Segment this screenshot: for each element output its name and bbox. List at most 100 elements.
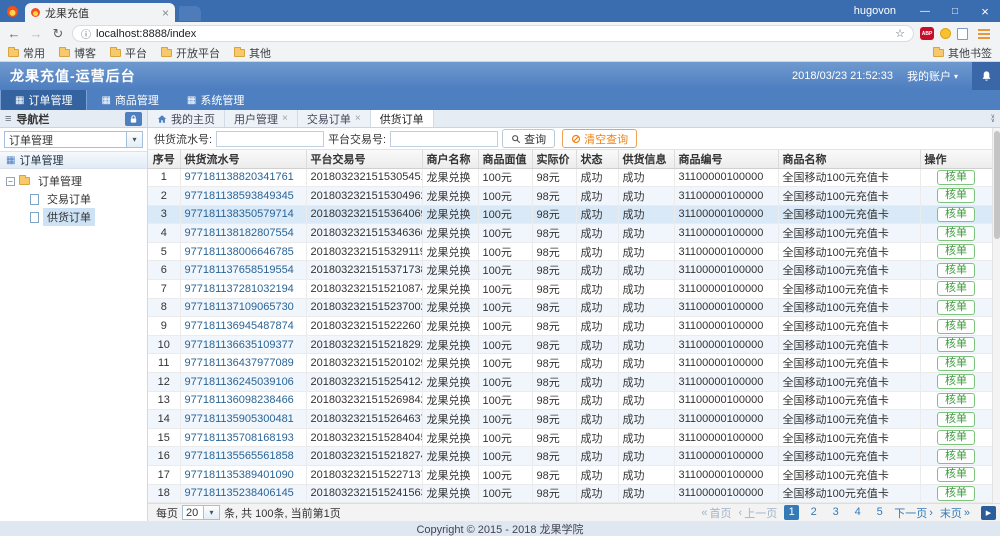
table-row[interactable]: 5 977181138006646785 2018032321515329119… <box>148 242 993 262</box>
supply-flow-link[interactable]: 977181136437977089 <box>185 357 294 369</box>
table-row[interactable]: 13 977181136098238466 201803232151526984… <box>148 391 993 411</box>
table-row[interactable]: 12 977181136245039106 201803232151525412… <box>148 372 993 392</box>
tab-supply-orders[interactable]: 供货订单 <box>370 110 434 127</box>
page-number[interactable]: 3 <box>828 505 843 520</box>
table-row[interactable]: 18 977181135238406145 201803232151524156… <box>148 484 993 503</box>
supply-flow-link[interactable]: 977181138593849345 <box>185 190 294 202</box>
table-row[interactable]: 16 977181135565561858 201803232151521827… <box>148 446 993 466</box>
verify-order-button[interactable]: 核单 <box>937 206 975 222</box>
address-bar[interactable]: ⓘ localhost:8888/index ☆ <box>72 25 914 42</box>
verify-order-button[interactable]: 核单 <box>937 281 975 297</box>
tree-node-order-management[interactable]: − 订单管理 <box>0 172 147 190</box>
bookmark-star-icon[interactable]: ☆ <box>895 27 905 40</box>
table-row[interactable]: 8 977181137109065730 2018032321515237002… <box>148 298 993 318</box>
query-button[interactable]: 查询 <box>502 129 556 148</box>
bookmark-folder[interactable]: 其他 <box>234 45 271 61</box>
bookmark-folder[interactable]: 平台 <box>110 45 147 61</box>
verify-order-button[interactable]: 核单 <box>937 467 975 483</box>
extension-icon[interactable] <box>957 27 968 40</box>
table-row[interactable]: 1 977181138820341761 2018032321515305451… <box>148 168 993 188</box>
verify-order-button[interactable]: 核单 <box>937 318 975 334</box>
module-select[interactable]: 订单管理 ▾ <box>4 131 143 148</box>
scrollbar-thumb[interactable] <box>994 131 1000 239</box>
page-number[interactable]: 4 <box>850 505 865 520</box>
reload-icon[interactable]: ↻ <box>50 26 66 42</box>
verify-order-button[interactable]: 核单 <box>937 244 975 260</box>
table-row[interactable]: 2 977181138593849345 2018032321515304962… <box>148 186 993 206</box>
table-row[interactable]: 14 977181135905300481 201803232151526463… <box>148 409 993 429</box>
first-page-button[interactable]: «首页 <box>701 505 731 521</box>
verify-order-button[interactable]: 核单 <box>937 392 975 408</box>
table-row[interactable]: 11 977181136437977089 201803232151520102… <box>148 353 993 374</box>
tab-user-management[interactable]: 用户管理 × <box>225 110 298 127</box>
table-row[interactable]: 6 977181137658519554 2018032321515371738… <box>148 260 993 281</box>
tab-trade-orders[interactable]: 交易订单 × <box>297 110 371 127</box>
verify-order-button[interactable]: 核单 <box>937 337 975 353</box>
vertical-scrollbar[interactable] <box>992 128 1000 503</box>
supply-flow-link[interactable]: 977181135565561858 <box>185 450 294 462</box>
tree-node-trade-orders[interactable]: 交易订单 <box>0 190 147 208</box>
supply-flow-link[interactable]: 977181137658519554 <box>185 264 294 276</box>
verify-order-button[interactable]: 核单 <box>937 485 975 501</box>
browser-menu-icon[interactable] <box>978 28 990 31</box>
page-number[interactable]: 2 <box>806 505 821 520</box>
tab-overflow-icon[interactable]: ∨ ∨ <box>986 110 1000 127</box>
verify-order-button[interactable]: 核单 <box>937 374 975 390</box>
supply-flow-link[interactable]: 977181135905300481 <box>185 413 294 425</box>
verify-order-button[interactable]: 核单 <box>937 225 975 241</box>
bookmark-folder[interactable]: 常用 <box>8 45 45 61</box>
supply-flow-link[interactable]: 977181138182807554 <box>185 227 294 239</box>
verify-order-button[interactable]: 核单 <box>937 169 975 185</box>
last-page-button[interactable]: 末页» <box>940 505 970 521</box>
verify-order-button[interactable]: 核单 <box>937 355 975 371</box>
supply-flow-link[interactable]: 977181136098238466 <box>185 394 294 406</box>
table-row[interactable]: 4 977181138182807554 2018032321515346366… <box>148 223 993 243</box>
verify-order-button[interactable]: 核单 <box>937 411 975 427</box>
supply-flow-link[interactable]: 977181135708168193 <box>185 432 294 444</box>
next-page-button[interactable]: 下一页 › <box>894 505 933 521</box>
tree-node-supply-orders[interactable]: 供货订单 <box>0 208 147 226</box>
page-number[interactable]: 1 <box>784 505 800 520</box>
account-menu[interactable]: 我的账户 ▾ <box>907 68 958 84</box>
trade-no-input[interactable] <box>390 130 499 147</box>
collapse-icon[interactable]: − <box>6 176 15 186</box>
window-close-button[interactable]: × <box>970 0 1000 22</box>
adblock-extension-icon[interactable]: ABP <box>920 27 934 40</box>
nav-item-product-management[interactable]: ▦ 商品管理 <box>87 90 172 110</box>
nav-item-system-management[interactable]: ▦ 系统管理 <box>173 90 258 110</box>
verify-order-button[interactable]: 核单 <box>937 448 975 464</box>
panel-expand-button[interactable]: ▶ <box>981 506 996 520</box>
tab-home[interactable]: 我的主页 <box>148 110 225 127</box>
tab-close-icon[interactable]: × <box>162 7 169 19</box>
supply-flow-link[interactable]: 977181137109065730 <box>185 301 294 313</box>
window-minimize-button[interactable]: — <box>910 0 940 22</box>
extension-icon[interactable] <box>940 28 951 39</box>
per-page-select[interactable]: 20 ▾ <box>182 505 220 520</box>
supply-flow-link[interactable]: 977181138820341761 <box>185 171 294 183</box>
verify-order-button[interactable]: 核单 <box>937 262 975 278</box>
verify-order-button[interactable]: 核单 <box>937 299 975 315</box>
supply-flow-link[interactable]: 977181136945487874 <box>185 320 294 332</box>
table-row[interactable]: 15 977181135708168193 201803232151528404… <box>148 428 993 448</box>
page-number[interactable]: 5 <box>872 505 887 520</box>
table-row[interactable]: 10 977181136635109377 201803232151521829… <box>148 335 993 355</box>
bookmark-folder[interactable]: 博客 <box>59 45 96 61</box>
window-maximize-button[interactable]: □ <box>940 0 970 22</box>
forward-icon[interactable]: → <box>28 26 44 41</box>
page-info-icon[interactable]: ⓘ <box>81 26 91 41</box>
nav-item-order-management[interactable]: ▦ 订单管理 <box>0 90 88 110</box>
supply-flow-link[interactable]: 977181136245039106 <box>185 376 294 388</box>
supply-flow-link[interactable]: 977181138350579714 <box>185 208 294 220</box>
notification-bell-button[interactable] <box>972 62 1000 90</box>
supply-flow-link[interactable]: 977181136635109377 <box>185 339 294 351</box>
verify-order-button[interactable]: 核单 <box>937 430 975 446</box>
supply-flow-link[interactable]: 977181138006646785 <box>185 246 294 258</box>
table-row[interactable]: 17 977181135389401090 201803232151522713… <box>148 465 993 485</box>
close-icon[interactable]: × <box>282 113 288 124</box>
clear-query-button[interactable]: 清空查询 <box>562 129 638 148</box>
supply-flow-link[interactable]: 977181137281032194 <box>185 283 294 295</box>
browser-tab[interactable]: 龙果充值 × <box>25 3 175 22</box>
table-row[interactable]: 3 977181138350579714 2018032321515364069… <box>148 205 993 225</box>
supply-flow-link[interactable]: 977181135238406145 <box>185 487 294 499</box>
supply-flow-input[interactable] <box>216 130 325 147</box>
